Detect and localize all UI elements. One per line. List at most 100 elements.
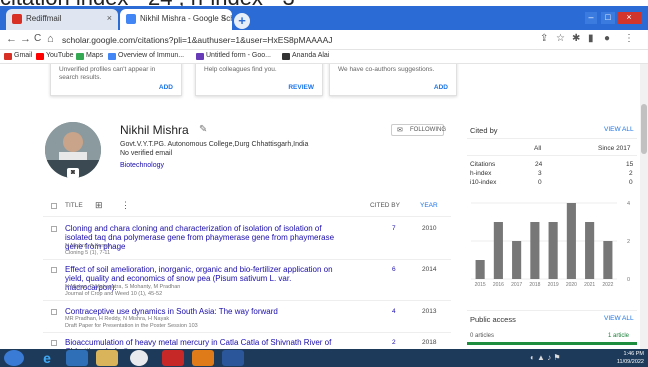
maximize-button[interactable]: □ [601, 12, 615, 24]
citation-bar[interactable] [530, 222, 540, 279]
article-checkbox[interactable] [51, 340, 57, 346]
home-icon[interactable]: ⌂ [47, 33, 54, 45]
article-cited-by-link[interactable]: 4 [392, 308, 396, 315]
bookmark-star-icon[interactable]: ☆ [556, 33, 565, 44]
public-access-view-all[interactable]: VIEW ALL [604, 315, 634, 322]
cited-by-view-all[interactable]: VIEW ALL [604, 126, 634, 133]
pdf-icon[interactable] [162, 350, 184, 366]
bookmark-gmail[interactable]: Gmail [4, 52, 32, 60]
add-button[interactable]: ADD [159, 84, 173, 91]
year-column-header[interactable]: YEAR [420, 202, 438, 209]
tab-rediffmail[interactable]: Rediffmail × [6, 9, 118, 30]
article-title-link[interactable]: Contraceptive use dynamics in South Asia… [65, 307, 343, 316]
camera-icon[interactable]: ◙ [67, 168, 79, 178]
suggestion-card-verify: Unverified profiles can't appear in sear… [50, 64, 182, 96]
tab-google-scholar[interactable]: Nikhil Mishra - Google Scholar × [120, 9, 232, 30]
clock[interactable]: 1:46 PM 11/09/2022 [617, 350, 644, 366]
menu-icon[interactable]: ⋮ [624, 33, 634, 44]
page-icon [108, 53, 116, 60]
citation-bar[interactable] [493, 222, 503, 279]
x-tick-label: 2018 [529, 282, 540, 288]
article-checkbox[interactable] [51, 226, 57, 232]
reload-icon[interactable]: C [34, 33, 41, 44]
more-options-icon[interactable]: ⋮ [121, 200, 130, 211]
citation-bar[interactable] [512, 241, 522, 279]
x-tick-label: 2021 [584, 282, 595, 288]
scrollbar-thumb[interactable] [641, 104, 647, 154]
select-all-checkbox[interactable] [51, 203, 57, 209]
word-icon[interactable] [222, 350, 244, 366]
scholar-icon [126, 14, 136, 24]
divider [43, 259, 451, 260]
follow-button[interactable]: ✉ FOLLOWING [391, 124, 446, 136]
close-window-button[interactable]: × [617, 12, 641, 24]
col-since-header: Since 2017 [598, 145, 631, 152]
public-access-title: Public access [470, 315, 516, 324]
citation-bar[interactable] [475, 260, 485, 279]
ie-icon[interactable]: e [36, 350, 58, 366]
article-cited-by-link[interactable]: 6 [392, 266, 396, 273]
close-tab-icon[interactable]: × [107, 13, 112, 23]
url-input[interactable]: scholar.google.com/citations?pli=1&authu… [62, 33, 512, 47]
x-tick-label: 2022 [602, 282, 613, 288]
extension-icon[interactable]: ✱ [572, 33, 580, 44]
cited-by-title: Cited by [470, 126, 498, 135]
clock-time: 1:46 PM [623, 351, 644, 357]
citations-all: 24 [535, 161, 543, 168]
bookmark-maps[interactable]: Maps [76, 52, 103, 60]
new-tab-button[interactable]: + [234, 13, 250, 29]
back-icon[interactable]: ← [6, 33, 17, 45]
citation-bar[interactable] [585, 222, 595, 279]
suggestion-card-coauthors: We have co-authors suggestions. ADD [329, 64, 457, 96]
article-authors: MR Pradhan, H Reddy, N Mishra, H Nayak [65, 316, 170, 322]
card-text: We have co-authors suggestions. [338, 66, 435, 73]
edit-icon[interactable]: ✎ [199, 124, 207, 135]
divider [467, 138, 637, 139]
file-explorer-icon[interactable] [96, 350, 118, 366]
citation-bar[interactable] [548, 222, 558, 279]
sidebar-icon[interactable]: ▮ [588, 33, 594, 44]
not-available-count: 0 articles [470, 333, 495, 339]
citation-bar[interactable] [603, 241, 613, 279]
x-tick-label: 2016 [493, 282, 504, 288]
youtube-icon [36, 53, 44, 60]
page-scrollbar[interactable] [640, 64, 648, 349]
forward-icon[interactable]: → [20, 33, 31, 45]
article-cited-by-link[interactable]: 2 [392, 339, 396, 346]
share-icon[interactable]: ⇪ [540, 33, 548, 44]
article-checkbox[interactable] [51, 309, 57, 315]
divider [43, 332, 451, 333]
interest-link[interactable]: Biotechnology [120, 162, 164, 169]
h-index-since: 2 [629, 170, 633, 177]
citation-bar[interactable] [566, 203, 576, 279]
start-button[interactable] [4, 350, 24, 366]
bookmarks-bar: Gmail YouTube Maps Overview of Immun... … [0, 50, 648, 64]
article-title-link[interactable]: Bioaccumulation of heavy metal mercury i… [65, 338, 343, 349]
tab-label: Rediffmail [26, 14, 62, 23]
article-year: 2014 [422, 266, 437, 273]
media-icon[interactable] [66, 350, 88, 366]
article-cited-by-link[interactable]: 7 [392, 225, 396, 232]
bookmark-immun[interactable]: Overview of Immun... [108, 52, 184, 60]
suggestion-card-review: Help colleagues find you. REVIEW [195, 64, 323, 96]
article-checkbox[interactable] [51, 267, 57, 273]
i10-index-since: 0 [629, 179, 633, 186]
citations-chart: 4 2 0 2015 2016 2017 2018 2019 2020 2021 2022 [467, 195, 637, 293]
tray-icons[interactable]: ◐ ▲ ♪ ⚑ [530, 353, 561, 362]
title-column-header[interactable]: TITLE [65, 202, 83, 209]
article-authors: N Mishra, P Mahapatra, S Mohanty, M Prad… [65, 284, 181, 290]
h-index-all: 3 [538, 170, 542, 177]
bookmark-ananda[interactable]: Ananda Alai [282, 52, 329, 60]
review-button[interactable]: REVIEW [288, 84, 314, 91]
bookmark-form[interactable]: Untitled form - Goo... [196, 52, 271, 60]
firefox-icon[interactable] [192, 350, 214, 366]
chrome-icon[interactable] [130, 350, 148, 366]
merge-icon[interactable]: ⊞ [95, 200, 103, 211]
add-button[interactable]: ADD [434, 84, 448, 91]
minimize-button[interactable]: – [585, 12, 597, 24]
profile-icon[interactable]: ● [604, 33, 610, 44]
article-authors: N Mishra, A Kumar [65, 243, 111, 249]
bookmark-youtube[interactable]: YouTube [36, 52, 74, 60]
cited-by-column-header[interactable]: CITED BY [370, 202, 400, 209]
close-tab-icon[interactable]: × [221, 13, 226, 23]
